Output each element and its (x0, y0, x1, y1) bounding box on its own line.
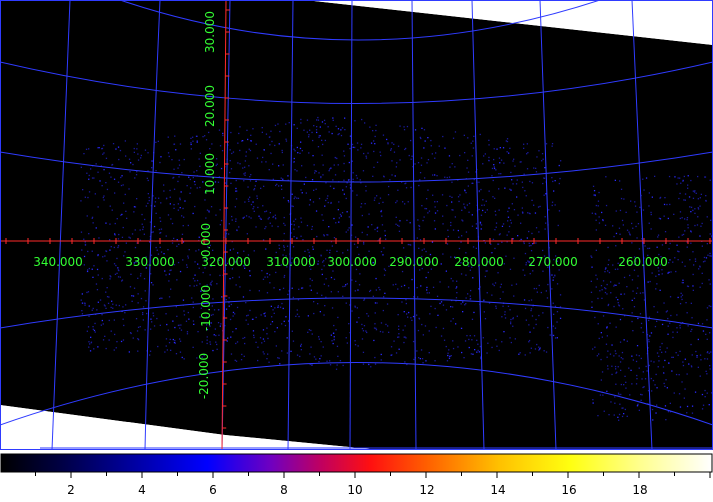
ra-label: 300.000 (327, 255, 377, 269)
colorbar-label: 10 (347, 483, 362, 497)
dec-label: 10.000 (203, 153, 217, 195)
image-viewer[interactable]: 340.000 330.000 320.000 310.000 300.000 … (0, 0, 713, 450)
ra-label: 270.000 (528, 255, 578, 269)
colorbar-ticks (36, 472, 711, 478)
colorbar-label: 8 (280, 483, 288, 497)
ra-label: 330.000 (125, 255, 175, 269)
dec-label: 20.000 (203, 85, 217, 127)
dec-label: 0.000 (199, 223, 213, 257)
colorbar[interactable]: 2 4 6 8 10 12 14 16 18 (0, 452, 713, 498)
colorbar-label: 12 (419, 483, 434, 497)
ra-label: 280.000 (454, 255, 504, 269)
colorbar-labels: 2 4 6 8 10 12 14 16 18 (67, 483, 647, 497)
colorbar-svg[interactable]: 2 4 6 8 10 12 14 16 18 (0, 452, 713, 498)
ra-labels: 340.000 330.000 320.000 310.000 300.000 … (33, 255, 668, 269)
colorbar-label: 6 (209, 483, 217, 497)
sky-image-canvas[interactable]: 340.000 330.000 320.000 310.000 300.000 … (0, 0, 713, 450)
colorbar-label: 4 (138, 483, 146, 497)
colorbar-gradient[interactable] (1, 454, 712, 472)
ra-label: 260.000 (618, 255, 668, 269)
colorbar-label: 18 (632, 483, 647, 497)
dec-label: -10.000 (199, 285, 213, 331)
dec-label: -20.000 (197, 353, 211, 399)
ra-label: 310.000 (266, 255, 316, 269)
colorbar-label: 16 (561, 483, 576, 497)
ra-label: 340.000 (33, 255, 83, 269)
colorbar-label: 14 (490, 483, 505, 497)
ra-label: 290.000 (389, 255, 439, 269)
colorbar-label: 2 (67, 483, 75, 497)
dec-label: 30.000 (203, 11, 217, 53)
